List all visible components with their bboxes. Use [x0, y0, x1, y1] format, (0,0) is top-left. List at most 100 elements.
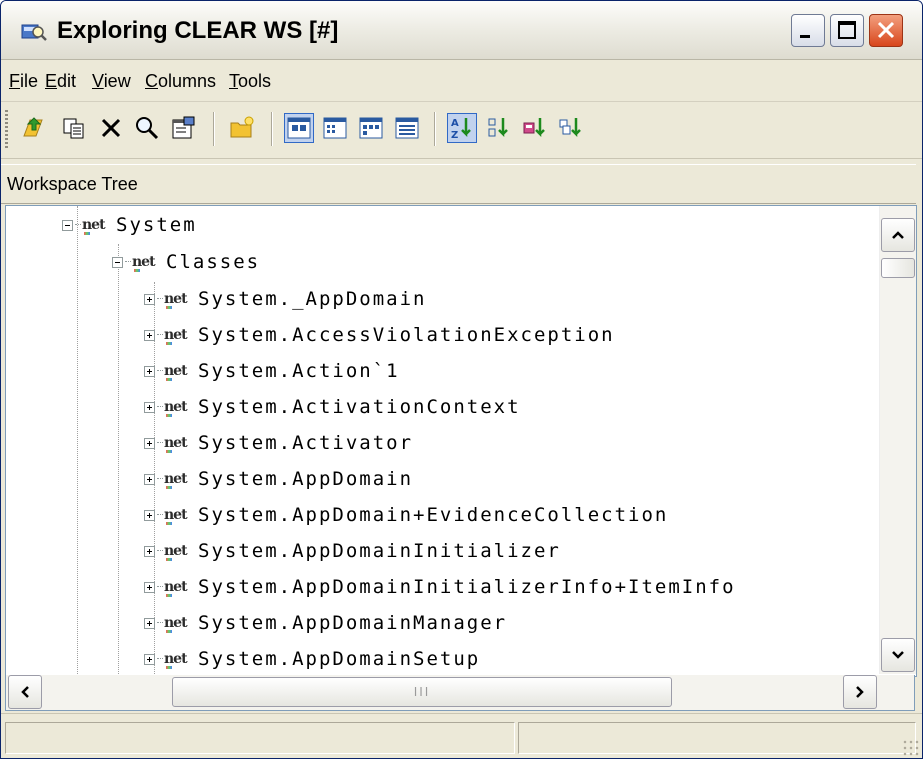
scroll-up-button[interactable] [881, 218, 915, 252]
delete-button[interactable] [96, 113, 126, 143]
tree-node-class[interactable]: net System.Action`1 [144, 356, 400, 386]
tree-node-class[interactable]: net System.AppDomain+EvidenceCollection [144, 500, 668, 530]
vertical-scroll-thumb[interactable] [881, 258, 915, 278]
tree-connector [75, 224, 81, 226]
workspace-tree[interactable]: net System net Classes net System._AppDo… [5, 205, 917, 677]
find-button[interactable] [132, 113, 162, 143]
expand-toggle[interactable] [144, 473, 155, 485]
chevron-down-icon [892, 651, 904, 659]
dotnet-class-icon: net [164, 291, 192, 309]
scroll-left-button[interactable] [8, 675, 42, 709]
scroll-right-button[interactable] [843, 675, 877, 709]
dotnet-namespace-icon: net [82, 217, 110, 235]
tree-node-class[interactable]: net System._AppDomain [144, 284, 426, 314]
minimize-button[interactable] [791, 14, 825, 47]
expand-toggle[interactable] [144, 509, 155, 521]
tree-node-system[interactable]: net System [62, 210, 197, 240]
find-icon [136, 117, 159, 140]
expand-toggle[interactable] [144, 617, 155, 629]
minimize-icon [800, 35, 810, 38]
tree-connector [157, 658, 163, 660]
close-button[interactable] [869, 14, 903, 47]
toolbar-separator [434, 112, 436, 146]
copy-button[interactable] [59, 113, 89, 143]
sort-by-type-button[interactable] [484, 113, 514, 143]
copy-icon [63, 118, 84, 139]
tree-node-class[interactable]: net System.AppDomain [144, 464, 413, 494]
tree-node-label: System.AccessViolationException [198, 324, 615, 346]
tree-node-label: System.AppDomainSetup [198, 648, 481, 670]
tree-node-class[interactable]: net System.AppDomainInitializer [144, 536, 561, 566]
resize-grip[interactable] [902, 739, 920, 757]
sort-by-date-button[interactable] [556, 113, 586, 143]
tree-node-classes[interactable]: net Classes [112, 247, 260, 277]
tree-node-label: System.AppDomainInitializerInfo+ItemInfo [198, 576, 736, 598]
expand-toggle[interactable] [144, 293, 155, 305]
new-folder-icon [230, 116, 254, 138]
expand-toggle[interactable] [144, 581, 155, 593]
sort-by-size-button[interactable] [520, 113, 550, 143]
up-folder-button[interactable] [19, 113, 49, 143]
svg-text:A: A [451, 118, 459, 129]
tree-node-class[interactable]: net System.Activator [144, 428, 413, 458]
small-icons-view-icon [323, 117, 347, 139]
tree-guide-line [118, 244, 119, 674]
tree-node-label: System [116, 214, 197, 236]
toolbar-grip[interactable] [5, 110, 8, 150]
expand-toggle[interactable] [144, 401, 155, 413]
tree-node-class[interactable]: net System.AppDomainSetup [144, 644, 480, 674]
tree-node-label: System.AppDomain+EvidenceCollection [198, 504, 669, 526]
toolbar-separator [271, 112, 273, 146]
large-icons-view-button[interactable] [284, 113, 314, 143]
tree-node-label: System.AppDomainInitializer [198, 540, 561, 562]
details-view-button[interactable] [392, 113, 422, 143]
tree-connector [157, 334, 163, 336]
tree-node-class[interactable]: net System.AppDomainManager [144, 608, 507, 638]
tree-node-class[interactable]: net System.AccessViolationException [144, 320, 615, 350]
properties-button[interactable] [169, 113, 199, 143]
scroll-down-button[interactable] [881, 638, 915, 672]
small-icons-view-button[interactable] [320, 113, 350, 143]
tree-node-class[interactable]: net System.ActivationContext [144, 392, 521, 422]
dotnet-class-icon: net [164, 327, 192, 345]
tree-node-label: System.AppDomain [198, 468, 414, 490]
tree-node-label: Classes [166, 251, 261, 273]
dotnet-class-icon: net [164, 363, 192, 381]
large-icons-view-icon [287, 117, 311, 139]
details-view-icon [395, 117, 419, 139]
tree-node-label: System.ActivationContext [198, 396, 521, 418]
sort-by-name-button[interactable]: AZ [447, 113, 477, 143]
tree-connector [157, 442, 163, 444]
menu-columns[interactable]: Columns [145, 71, 216, 92]
expand-toggle[interactable] [144, 365, 155, 377]
list-view-button[interactable] [356, 113, 386, 143]
expand-toggle[interactable] [144, 653, 155, 665]
status-pane-left [5, 722, 515, 754]
workspace-tree-header: Workspace Tree [1, 164, 916, 204]
menu-file[interactable]: File [9, 71, 38, 92]
collapse-toggle[interactable] [62, 219, 73, 231]
tree-connector [157, 406, 163, 408]
tree-node-class[interactable]: net System.AppDomainInitializerInfo+Item… [144, 572, 736, 602]
chevron-up-icon [892, 231, 904, 239]
menu-view[interactable]: View [92, 71, 131, 92]
explorer-window: Exploring CLEAR WS [#] File Edit View Co… [0, 0, 923, 759]
horizontal-scrollbar[interactable]: III [5, 675, 915, 711]
new-folder-button[interactable] [227, 113, 257, 143]
expand-toggle[interactable] [144, 437, 155, 449]
maximize-button[interactable] [830, 14, 864, 47]
expand-toggle[interactable] [144, 545, 155, 557]
status-pane-right [518, 722, 916, 754]
explorer-magnifier-icon [21, 24, 47, 41]
up-folder-icon [23, 117, 43, 137]
expand-toggle[interactable] [144, 329, 155, 341]
dotnet-class-icon: net [164, 471, 192, 489]
sort-by-size-icon [523, 118, 545, 138]
menu-tools[interactable]: Tools [229, 71, 271, 92]
vertical-scrollbar[interactable] [879, 206, 916, 674]
horizontal-scroll-thumb[interactable]: III [172, 677, 672, 707]
tree-connector [157, 550, 163, 552]
title-bar[interactable]: Exploring CLEAR WS [#] [1, 1, 922, 60]
menu-edit[interactable]: Edit [45, 71, 76, 92]
collapse-toggle[interactable] [112, 256, 123, 268]
